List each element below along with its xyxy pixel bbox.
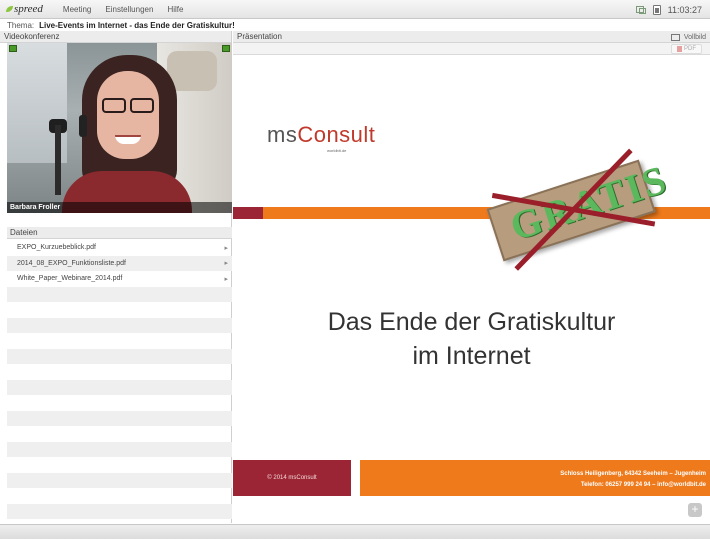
video-feed[interactable]: Barbara Froller bbox=[7, 43, 232, 213]
plus-icon: + bbox=[691, 502, 699, 516]
chevron-right-icon[interactable]: ▸ bbox=[224, 259, 228, 267]
participant-name: Barbara Froller bbox=[10, 204, 61, 211]
files-title: Dateien bbox=[10, 228, 38, 237]
empty-row bbox=[7, 286, 232, 302]
files-header: Dateien bbox=[7, 227, 232, 239]
slide-stripe-red bbox=[233, 207, 263, 219]
headline-line-2: im Internet bbox=[412, 342, 531, 370]
slide-footer-contact: Schloss Heiligenberg, 64342 Seeheim – Ju… bbox=[360, 460, 710, 496]
file-name: White_Paper_Webinare_2014.pdf bbox=[17, 275, 123, 283]
empty-row bbox=[7, 333, 232, 349]
headline-line-1: Das Ende der Gratiskultur bbox=[327, 308, 616, 336]
logo-tagline: worldbit.de bbox=[327, 148, 347, 153]
video-expand-icon[interactable] bbox=[222, 45, 230, 52]
empty-row bbox=[7, 441, 232, 457]
fullscreen-label: Vollbild bbox=[683, 33, 706, 41]
pdf-download-button[interactable]: PDF bbox=[671, 44, 702, 54]
clock: 11:03:27 bbox=[667, 4, 702, 15]
file-row[interactable]: EXPO_Kurzuebeblick.pdf ▸ bbox=[7, 240, 232, 256]
empty-row bbox=[7, 472, 232, 488]
pdf-label: PDF bbox=[684, 46, 696, 52]
topic-line: Thema: Live-Events im Internet - das End… bbox=[0, 19, 710, 31]
topic-label: Thema: bbox=[7, 20, 35, 30]
gratis-stamp-image: GRATIS bbox=[475, 148, 673, 271]
participant-face bbox=[97, 71, 159, 159]
participant-name-bar: Barbara Froller bbox=[7, 202, 232, 213]
pdf-icon bbox=[677, 46, 682, 52]
top-bar: spreed Meeting Einstellungen Hilfe 11:03… bbox=[0, 0, 710, 19]
footer-address: Schloss Heiligenberg, 64342 Seeheim – Ju… bbox=[560, 471, 706, 477]
presentation-slide[interactable]: msConsult worldbit.de GRATIS Das Ende de… bbox=[233, 55, 710, 523]
network-icon[interactable] bbox=[635, 5, 646, 14]
file-row[interactable]: White_Paper_Webinare_2014.pdf ▸ bbox=[7, 271, 232, 287]
empty-row bbox=[7, 379, 232, 395]
fullscreen-icon[interactable] bbox=[670, 33, 680, 41]
presentation-title: Präsentation bbox=[237, 32, 282, 41]
slide-headline: Das Ende der Gratiskultur im Internet bbox=[233, 305, 710, 373]
headset-icon bbox=[79, 115, 87, 137]
video-panel-title: Videokonferenz bbox=[4, 32, 60, 41]
empty-row bbox=[7, 302, 232, 318]
video-panel-header: Videokonferenz bbox=[0, 31, 231, 43]
logo-leaf-icon bbox=[6, 6, 13, 12]
app-logo-text: spreed bbox=[14, 3, 43, 15]
empty-row bbox=[7, 317, 232, 333]
battery-icon bbox=[652, 4, 661, 15]
bottom-status-bar bbox=[0, 524, 710, 539]
left-panel: Videokonferenz Barbara Froller Dateien E… bbox=[0, 31, 232, 523]
camera-status-icon[interactable] bbox=[9, 45, 17, 52]
empty-row bbox=[7, 348, 232, 364]
empty-row bbox=[7, 395, 232, 411]
file-list: EXPO_Kurzuebeblick.pdf ▸ 2014_08_EXPO_Fu… bbox=[7, 240, 232, 523]
app-logo: spreed bbox=[6, 3, 43, 15]
chevron-right-icon[interactable]: ▸ bbox=[224, 275, 228, 283]
empty-row bbox=[7, 426, 232, 442]
microphone-stand bbox=[55, 125, 61, 195]
topic-value: Live-Events im Internet - das Ende der G… bbox=[39, 20, 235, 30]
menu-item-settings[interactable]: Einstellungen bbox=[105, 5, 153, 14]
file-name: EXPO_Kurzuebeblick.pdf bbox=[17, 244, 96, 252]
footer-phone: Telefon: 06257 999 24 94 – info@worldbit… bbox=[580, 482, 706, 488]
empty-row bbox=[7, 364, 232, 380]
file-row[interactable]: 2014_08_EXPO_Funktionsliste.pdf ▸ bbox=[7, 255, 232, 271]
chevron-right-icon[interactable]: ▸ bbox=[224, 244, 228, 252]
presentation-panel: Präsentation Vollbild PDF msConsult worl… bbox=[233, 31, 710, 523]
fullscreen-toggle[interactable]: Vollbild bbox=[670, 31, 706, 43]
presentation-header: Präsentation Vollbild bbox=[233, 31, 710, 43]
main-menu: Meeting Einstellungen Hilfe bbox=[63, 5, 184, 14]
msconsult-logo: msConsult bbox=[267, 122, 376, 147]
empty-row bbox=[7, 457, 232, 473]
file-name: 2014_08_EXPO_Funktionsliste.pdf bbox=[17, 259, 126, 267]
add-button[interactable]: + bbox=[688, 503, 702, 517]
empty-row bbox=[7, 410, 232, 426]
presentation-toolbar: PDF bbox=[233, 43, 710, 55]
menu-item-help[interactable]: Hilfe bbox=[167, 5, 183, 14]
menu-item-meeting[interactable]: Meeting bbox=[63, 5, 91, 14]
empty-row bbox=[7, 488, 232, 504]
status-area: 11:03:27 bbox=[635, 0, 702, 19]
slide-footer-copyright: © 2014 msConsult bbox=[233, 460, 351, 496]
empty-row bbox=[7, 503, 232, 519]
